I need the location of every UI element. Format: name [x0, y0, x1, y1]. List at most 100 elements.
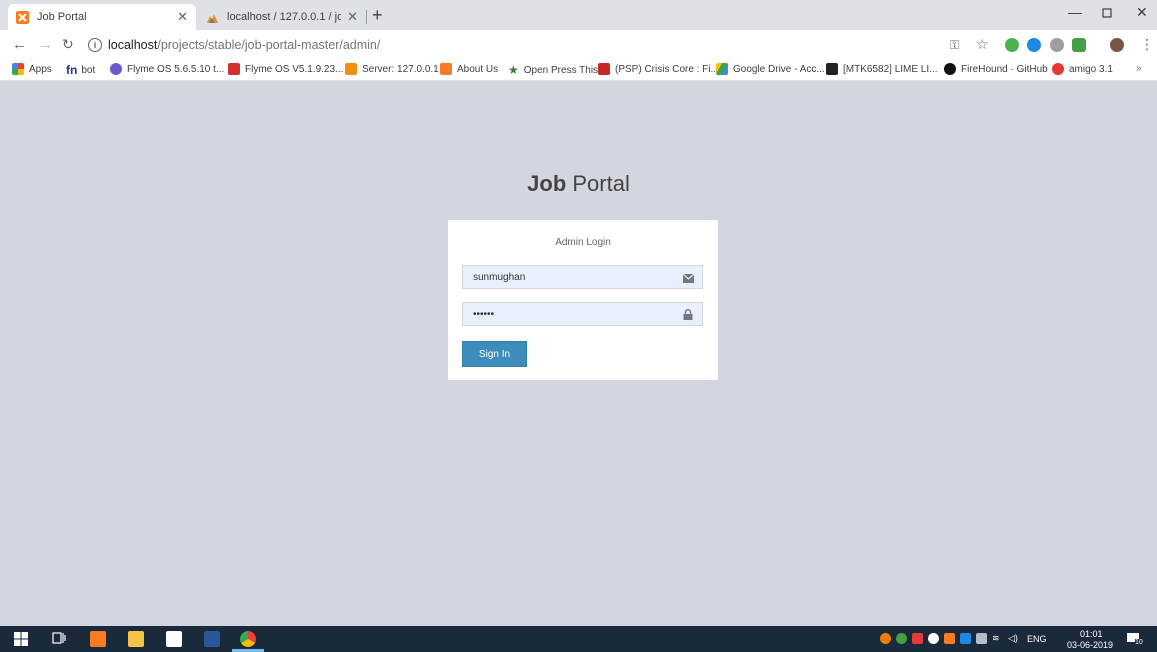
- url-host: localhost: [108, 38, 158, 52]
- bookmark-apps[interactable]: Apps: [12, 63, 52, 75]
- amigo-icon: [1052, 63, 1064, 75]
- crisis-core-icon: [598, 63, 610, 75]
- clock-time[interactable]: 01:01: [1080, 629, 1103, 639]
- bookmarks-bar: Apps fn bot Flyme OS 5.6.5.10 t... Flyme…: [0, 60, 1157, 81]
- logo-bold: Job: [527, 171, 567, 196]
- menu-kebab-icon[interactable]: ⋮: [1140, 36, 1154, 53]
- reload-icon[interactable]: ↻: [62, 36, 74, 53]
- volume-icon[interactable]: ◁): [1008, 633, 1018, 644]
- bookmark-label: [MTK6582] LIME LI...: [843, 63, 938, 75]
- bookmark-mtk[interactable]: [MTK6582] LIME LI...: [826, 63, 937, 75]
- logo-rest: Portal: [566, 171, 630, 196]
- sign-in-button[interactable]: Sign In: [462, 341, 527, 367]
- site-info-icon[interactable]: i: [88, 38, 102, 52]
- profile-avatar[interactable]: [1110, 38, 1124, 52]
- fn-icon: fn: [66, 63, 78, 77]
- tray-xampp-icon[interactable]: [944, 633, 955, 644]
- google-drive-icon: [716, 63, 728, 75]
- bookmark-label: FireHound · GitHub: [961, 63, 1048, 75]
- language-indicator[interactable]: ENG: [1027, 634, 1047, 644]
- clock-date[interactable]: 03-06-2019: [1067, 640, 1113, 650]
- bookmark-label: About Us: [457, 63, 499, 75]
- notification-count: 10: [1135, 639, 1143, 646]
- extension-check-icon[interactable]: [1072, 38, 1086, 52]
- bookmark-about-us[interactable]: About Us: [440, 63, 498, 75]
- tab-close-icon[interactable]: ✕: [347, 9, 358, 25]
- windows-start-icon[interactable]: [14, 631, 30, 647]
- bookmark-amigo[interactable]: amigo 3.1: [1052, 63, 1113, 75]
- extension-arch-icon[interactable]: [1027, 38, 1041, 52]
- tab-close-icon[interactable]: ✕: [177, 9, 188, 25]
- store-icon[interactable]: [166, 631, 182, 647]
- phpmyadmin-favicon-icon: [206, 11, 219, 24]
- browser-toolbar: ← → ↻ i localhost/projects/stable/job-po…: [0, 30, 1157, 60]
- password-field[interactable]: [462, 302, 703, 326]
- bookmark-server[interactable]: Server: 127.0.0.1: [345, 63, 439, 75]
- github-icon: [944, 63, 956, 75]
- bookmark-label: Open Press This: [523, 64, 599, 76]
- wifi-icon[interactable]: ≋: [992, 633, 1000, 644]
- file-explorer-icon[interactable]: [128, 631, 144, 647]
- more-bookmarks-icon[interactable]: »: [1136, 63, 1142, 74]
- windows-taskbar: ≋ ◁) ENG 01:01 03-06-2019 10: [0, 626, 1157, 652]
- word-icon[interactable]: [204, 631, 220, 647]
- extension-m-icon[interactable]: [1050, 38, 1064, 52]
- xampp-favicon-icon: [16, 10, 29, 24]
- xampp-icon: [440, 63, 452, 75]
- tab-job-portal[interactable]: Job Portal ✕: [8, 4, 196, 30]
- site-logo[interactable]: Job Portal: [0, 171, 1157, 197]
- task-view-icon[interactable]: [52, 631, 68, 647]
- flyme-red-icon: [228, 63, 240, 75]
- flyme-icon: [110, 63, 122, 75]
- bookmark-label: bot: [81, 64, 96, 76]
- maximize-icon[interactable]: [1102, 4, 1112, 21]
- bookmark-label: amigo 3.1: [1069, 63, 1113, 75]
- battery-icon[interactable]: [976, 633, 987, 644]
- browser-tab-strip: Job Portal ✕ localhost / 127.0.0.1 / job…: [0, 0, 1157, 30]
- bookmark-label: Flyme OS 5.6.5.10 t...: [127, 63, 225, 75]
- bookmark-crisis-core[interactable]: (PSP) Crisis Core : Fi...: [598, 63, 719, 75]
- forward-icon[interactable]: →: [38, 36, 53, 53]
- bookmark-label: (PSP) Crisis Core : Fi...: [615, 63, 719, 75]
- chrome-taskbar-icon[interactable]: [240, 631, 256, 647]
- tray-green-icon[interactable]: [896, 633, 907, 644]
- key-icon[interactable]: ⚿: [950, 38, 959, 53]
- login-box: Admin Login Sign In: [448, 220, 718, 380]
- bookmark-star-icon[interactable]: ☆: [976, 36, 989, 53]
- bookmark-bot[interactable]: fn bot: [66, 63, 95, 77]
- bluetooth-icon[interactable]: [960, 633, 971, 644]
- tray-white-icon[interactable]: [928, 633, 939, 644]
- mtk-icon: [826, 63, 838, 75]
- xampp-taskbar-icon[interactable]: [90, 631, 106, 647]
- back-icon[interactable]: ←: [12, 36, 27, 53]
- bookmark-flyme-2[interactable]: Flyme OS V5.1.9.23...: [228, 63, 343, 75]
- minimize-icon[interactable]: —: [1068, 4, 1082, 20]
- url-path: /projects/stable/job-portal-master/admin…: [157, 38, 381, 52]
- bookmark-label: Apps: [29, 63, 52, 75]
- bookmark-label: Google Drive - Acc...: [733, 63, 825, 75]
- press-this-icon: ★: [508, 63, 519, 77]
- tray-chrome-icon[interactable]: [880, 633, 891, 644]
- bookmark-press-this[interactable]: ★ Open Press This: [508, 63, 598, 77]
- tray-red-icon[interactable]: [912, 633, 923, 644]
- bookmark-github[interactable]: FireHound · GitHub: [944, 63, 1048, 75]
- email-input[interactable]: [463, 267, 693, 287]
- tab-phpmyadmin[interactable]: localhost / 127.0.0.1 / jobportal / ✕: [198, 4, 366, 30]
- phpmyadmin-icon: [345, 63, 357, 75]
- password-input[interactable]: [463, 304, 693, 324]
- envelope-icon: [682, 272, 695, 283]
- window-close-icon[interactable]: ✕: [1136, 4, 1148, 21]
- tab-separator: [366, 10, 367, 24]
- bookmark-google-drive[interactable]: Google Drive - Acc...: [716, 63, 825, 75]
- address-bar[interactable]: i localhost/projects/stable/job-portal-m…: [88, 35, 380, 55]
- bookmark-label: Flyme OS V5.1.9.23...: [245, 63, 344, 75]
- bookmark-label: Server: 127.0.0.1: [362, 63, 439, 75]
- login-page: Job Portal Admin Login Sign In: [0, 81, 1157, 626]
- apps-grid-icon: [12, 63, 24, 75]
- extension-leaf-icon[interactable]: [1005, 38, 1019, 52]
- lock-icon: [683, 309, 694, 320]
- tab-title: localhost / 127.0.0.1 / jobportal /: [227, 11, 342, 23]
- new-tab-icon[interactable]: +: [372, 5, 383, 26]
- email-field[interactable]: [462, 265, 703, 289]
- bookmark-flyme-1[interactable]: Flyme OS 5.6.5.10 t...: [110, 63, 224, 75]
